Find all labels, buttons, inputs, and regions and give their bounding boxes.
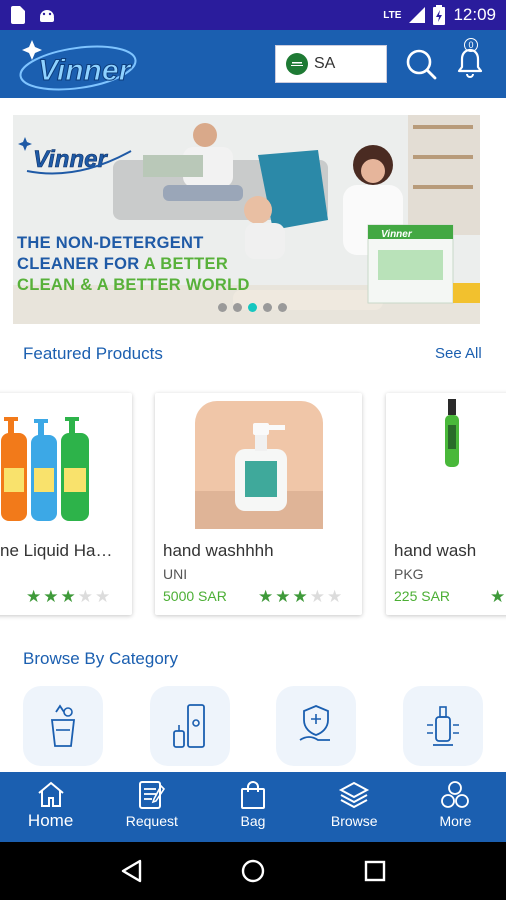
carousel-dot[interactable] <box>278 303 287 312</box>
vinner-logo[interactable]: Vinner <box>18 34 144 94</box>
country-selector[interactable]: SA <box>275 45 387 83</box>
android-icon <box>40 10 54 22</box>
star-empty-icon: ★ <box>77 587 93 606</box>
nav-label: Home <box>27 811 74 830</box>
nav-home[interactable]: Home <box>0 772 101 842</box>
star-filled-icon: ★ <box>490 587 506 606</box>
carousel-dots[interactable] <box>218 303 287 312</box>
star-empty-icon: ★ <box>95 587 111 606</box>
saudi-flag-icon <box>286 53 308 75</box>
product-name: ne Liquid Ha… <box>0 541 113 560</box>
nav-bag[interactable]: Bag <box>202 772 303 842</box>
product-image <box>445 399 459 467</box>
category-cleaning[interactable] <box>23 686 103 766</box>
star-filled-icon: ★ <box>292 587 308 606</box>
tagline-line-2a: CLEANER FOR <box>17 255 144 273</box>
nav-browse[interactable]: Browse <box>304 772 405 842</box>
status-bar: LTE 12:09 <box>0 0 506 30</box>
home-icon <box>37 781 64 807</box>
product-brand: UNI <box>163 566 188 582</box>
nav-more[interactable]: More <box>405 772 506 842</box>
bottom-navigation: Home Request Bag Browse More <box>0 772 506 842</box>
nav-label: Browse <box>330 813 378 829</box>
sim-card-icon <box>11 6 25 24</box>
category-hands[interactable] <box>276 686 356 766</box>
notifications-button[interactable]: 0 <box>456 36 484 80</box>
product-price: 225 SAR <box>394 588 451 604</box>
tagline-line-1: THE NON-DETERGENT <box>17 234 204 252</box>
door-spray-icon <box>173 704 205 748</box>
nav-request[interactable]: Request <box>101 772 202 842</box>
more-icon <box>441 781 470 808</box>
cleaning-cup-icon <box>50 704 76 747</box>
carousel-dot-active[interactable] <box>248 303 257 312</box>
notification-badge: 0 <box>464 38 478 52</box>
app-screen: LTE 12:09 Vinner SA 0 Vinner Vinner THE … <box>0 0 506 900</box>
banner-logo-text: Vinner <box>33 146 108 173</box>
star-filled-icon: ★ <box>60 587 76 606</box>
network-type: LTE <box>383 9 402 21</box>
tagline-line-2b: A BETTER <box>143 255 229 273</box>
star-filled-icon: ★ <box>275 587 291 606</box>
recents-icon[interactable] <box>364 860 386 882</box>
product-price: 5000 SAR <box>163 588 227 604</box>
product-image <box>195 401 323 529</box>
see-all-link[interactable]: See All <box>435 345 482 362</box>
signal-icon <box>409 7 426 23</box>
nav-label: Bag <box>240 813 266 829</box>
battery-icon <box>433 5 446 25</box>
product-card[interactable]: ne Liquid Ha… ★ ★ ★ ★ ★ <box>0 393 132 615</box>
star-empty-icon: ★ <box>309 587 325 606</box>
browse-icon <box>339 781 370 809</box>
promo-banner[interactable]: Vinner Vinner THE NON-DETERGENT CLEANER … <box>13 115 480 324</box>
banner-tagline: THE NON-DETERGENT CLEANER FOR A BETTER C… <box>17 233 250 296</box>
home-circle-icon[interactable] <box>241 859 265 883</box>
product-name: hand washhhh <box>163 541 274 560</box>
carousel-dot[interactable] <box>263 303 272 312</box>
product-rating: ★ ★ ★ ★ ★ <box>258 588 342 605</box>
country-code: SA <box>314 55 336 72</box>
system-navigation-bar <box>0 842 506 900</box>
product-rating: ★ <box>490 588 505 605</box>
star-empty-icon: ★ <box>327 587 343 606</box>
star-filled-icon: ★ <box>258 587 274 606</box>
search-icon <box>406 49 437 80</box>
product-rating: ★ ★ ★ ★ ★ <box>26 588 110 605</box>
bag-icon <box>241 781 265 809</box>
star-filled-icon: ★ <box>43 587 59 606</box>
carousel-dot[interactable] <box>218 303 227 312</box>
product-card[interactable]: hand wash PKG 225 SAR ★ <box>386 393 506 615</box>
product-brand: PKG <box>394 566 424 582</box>
star-filled-icon: ★ <box>26 587 42 606</box>
browse-category-title: Browse By Category <box>23 649 178 668</box>
svg-text:Vinner: Vinner <box>38 54 133 87</box>
featured-products-title: Featured Products <box>23 344 163 363</box>
bottle-device-icon <box>427 706 459 746</box>
nav-label: Request <box>125 813 178 829</box>
carousel-dot[interactable] <box>233 303 242 312</box>
back-icon[interactable] <box>120 859 142 883</box>
category-devices[interactable] <box>403 686 483 766</box>
nav-label: More <box>439 813 472 829</box>
request-icon <box>138 781 165 809</box>
search-button[interactable] <box>404 47 438 81</box>
hand-shield-icon <box>299 705 330 741</box>
product-image <box>1 417 89 521</box>
tagline-line-3: CLEAN & A BETTER WORLD <box>17 276 250 294</box>
product-card[interactable]: hand washhhh UNI 5000 SAR ★ ★ ★ ★ ★ <box>155 393 362 615</box>
product-name: hand wash <box>394 541 477 560</box>
clock: 12:09 <box>453 5 496 24</box>
app-bar: Vinner SA 0 <box>0 30 506 98</box>
category-doors[interactable] <box>150 686 230 766</box>
box-brand-label: Vinner <box>381 229 413 240</box>
